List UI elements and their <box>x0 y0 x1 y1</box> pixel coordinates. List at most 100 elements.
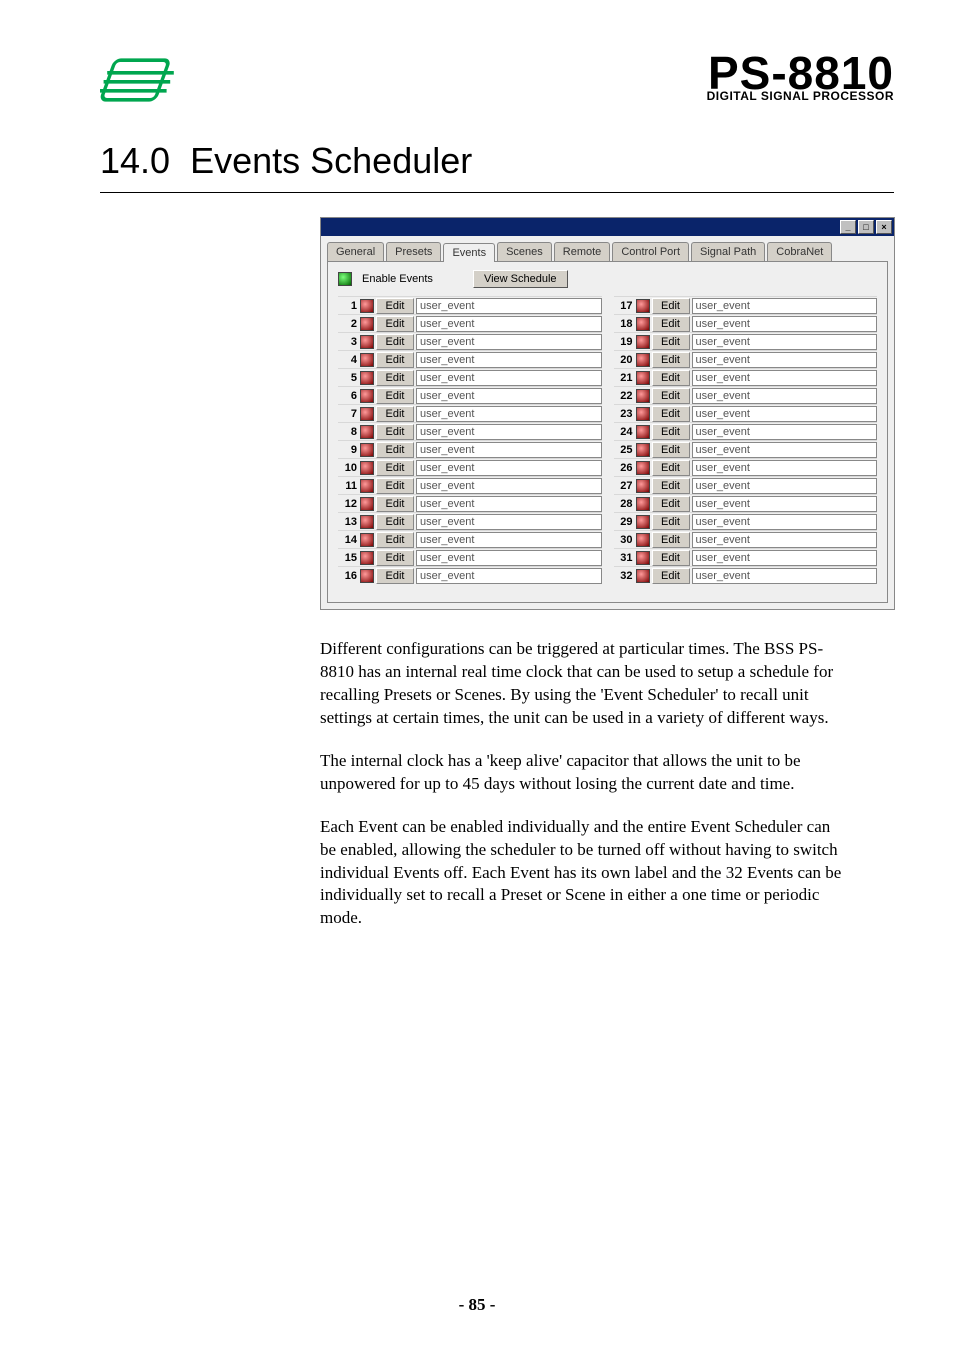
event-label-field[interactable]: user_event <box>416 532 602 548</box>
event-edit-button[interactable]: Edit <box>376 316 414 332</box>
event-edit-button[interactable]: Edit <box>652 352 690 368</box>
event-status-led[interactable] <box>636 335 650 349</box>
event-status-led[interactable] <box>360 569 374 583</box>
event-edit-button[interactable]: Edit <box>652 406 690 422</box>
event-status-led[interactable] <box>360 389 374 403</box>
view-schedule-button[interactable]: View Schedule <box>473 270 568 288</box>
event-status-led[interactable] <box>360 317 374 331</box>
event-label-field[interactable]: user_event <box>692 514 878 530</box>
event-edit-button[interactable]: Edit <box>652 460 690 476</box>
event-edit-button[interactable]: Edit <box>652 568 690 584</box>
event-status-led[interactable] <box>360 497 374 511</box>
event-label-field[interactable]: user_event <box>692 496 878 512</box>
event-label-field[interactable]: user_event <box>416 352 602 368</box>
event-edit-button[interactable]: Edit <box>652 316 690 332</box>
event-status-led[interactable] <box>636 569 650 583</box>
event-status-led[interactable] <box>636 497 650 511</box>
event-label-field[interactable]: user_event <box>692 424 878 440</box>
event-status-led[interactable] <box>636 479 650 493</box>
event-status-led[interactable] <box>636 371 650 385</box>
event-label-field[interactable]: user_event <box>416 334 602 350</box>
event-status-led[interactable] <box>360 299 374 313</box>
event-label-field[interactable]: user_event <box>692 550 878 566</box>
event-status-led[interactable] <box>636 389 650 403</box>
event-label-field[interactable]: user_event <box>416 388 602 404</box>
event-label-field[interactable]: user_event <box>692 334 878 350</box>
event-label-field[interactable]: user_event <box>416 442 602 458</box>
event-label-field[interactable]: user_event <box>692 406 878 422</box>
event-label-field[interactable]: user_event <box>416 514 602 530</box>
event-edit-button[interactable]: Edit <box>376 514 414 530</box>
event-edit-button[interactable]: Edit <box>376 568 414 584</box>
window-maximize-button[interactable]: □ <box>858 220 874 234</box>
tab-remote[interactable]: Remote <box>554 242 611 261</box>
event-edit-button[interactable]: Edit <box>376 442 414 458</box>
event-edit-button[interactable]: Edit <box>652 334 690 350</box>
tab-general[interactable]: General <box>327 242 384 261</box>
event-edit-button[interactable]: Edit <box>652 514 690 530</box>
event-edit-button[interactable]: Edit <box>652 478 690 494</box>
event-label-field[interactable]: user_event <box>416 478 602 494</box>
event-label-field[interactable]: user_event <box>692 568 878 584</box>
event-status-led[interactable] <box>360 533 374 547</box>
event-edit-button[interactable]: Edit <box>652 298 690 314</box>
event-label-field[interactable]: user_event <box>416 406 602 422</box>
event-edit-button[interactable]: Edit <box>376 460 414 476</box>
event-status-led[interactable] <box>360 407 374 421</box>
event-status-led[interactable] <box>360 515 374 529</box>
tab-control-port[interactable]: Control Port <box>612 242 689 261</box>
event-status-led[interactable] <box>636 425 650 439</box>
event-label-field[interactable]: user_event <box>416 424 602 440</box>
event-edit-button[interactable]: Edit <box>652 496 690 512</box>
event-status-led[interactable] <box>636 533 650 547</box>
event-label-field[interactable]: user_event <box>416 550 602 566</box>
event-status-led[interactable] <box>360 551 374 565</box>
window-minimize-button[interactable]: _ <box>840 220 856 234</box>
window-close-button[interactable]: × <box>876 220 892 234</box>
tab-signal-path[interactable]: Signal Path <box>691 242 765 261</box>
event-label-field[interactable]: user_event <box>692 298 878 314</box>
event-status-led[interactable] <box>360 443 374 457</box>
event-status-led[interactable] <box>360 479 374 493</box>
event-status-led[interactable] <box>360 461 374 475</box>
event-status-led[interactable] <box>636 353 650 367</box>
event-edit-button[interactable]: Edit <box>652 370 690 386</box>
event-edit-button[interactable]: Edit <box>652 442 690 458</box>
tab-scenes[interactable]: Scenes <box>497 242 552 261</box>
event-edit-button[interactable]: Edit <box>376 298 414 314</box>
tab-presets[interactable]: Presets <box>386 242 441 261</box>
event-label-field[interactable]: user_event <box>692 478 878 494</box>
event-edit-button[interactable]: Edit <box>376 352 414 368</box>
event-status-led[interactable] <box>636 317 650 331</box>
event-status-led[interactable] <box>636 407 650 421</box>
tab-events[interactable]: Events <box>443 243 495 262</box>
event-label-field[interactable]: user_event <box>416 298 602 314</box>
event-label-field[interactable]: user_event <box>692 352 878 368</box>
event-status-led[interactable] <box>360 425 374 439</box>
event-edit-button[interactable]: Edit <box>376 478 414 494</box>
event-status-led[interactable] <box>360 353 374 367</box>
event-status-led[interactable] <box>636 515 650 529</box>
event-status-led[interactable] <box>360 371 374 385</box>
event-edit-button[interactable]: Edit <box>376 406 414 422</box>
event-edit-button[interactable]: Edit <box>376 370 414 386</box>
event-status-led[interactable] <box>360 335 374 349</box>
event-status-led[interactable] <box>636 551 650 565</box>
event-label-field[interactable]: user_event <box>692 442 878 458</box>
event-edit-button[interactable]: Edit <box>376 424 414 440</box>
event-label-field[interactable]: user_event <box>692 460 878 476</box>
tab-cobranet[interactable]: CobraNet <box>767 242 832 261</box>
event-label-field[interactable]: user_event <box>692 316 878 332</box>
event-status-led[interactable] <box>636 461 650 475</box>
event-edit-button[interactable]: Edit <box>652 388 690 404</box>
event-label-field[interactable]: user_event <box>416 370 602 386</box>
event-label-field[interactable]: user_event <box>416 460 602 476</box>
event-edit-button[interactable]: Edit <box>652 550 690 566</box>
event-edit-button[interactable]: Edit <box>652 532 690 548</box>
event-edit-button[interactable]: Edit <box>376 496 414 512</box>
event-label-field[interactable]: user_event <box>416 496 602 512</box>
event-edit-button[interactable]: Edit <box>652 424 690 440</box>
event-label-field[interactable]: user_event <box>692 388 878 404</box>
event-label-field[interactable]: user_event <box>416 316 602 332</box>
event-label-field[interactable]: user_event <box>692 532 878 548</box>
